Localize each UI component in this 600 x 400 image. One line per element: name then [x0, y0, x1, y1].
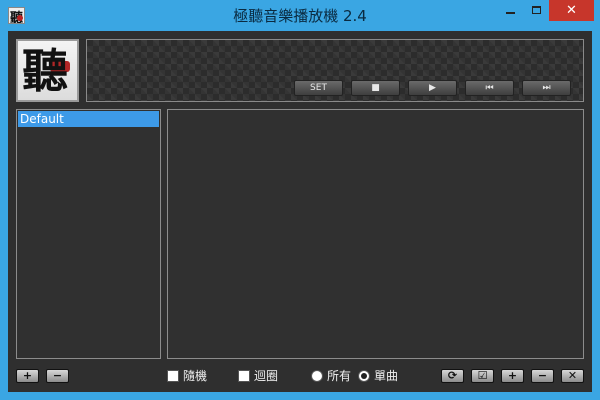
repeat-all-option[interactable]: 所有 — [311, 368, 357, 384]
track-list[interactable] — [167, 109, 584, 359]
maximize-button[interactable] — [523, 0, 549, 21]
refresh-button[interactable]: ⟳ — [441, 369, 464, 383]
minimize-button[interactable] — [497, 0, 523, 21]
loop-option[interactable]: 迴圈 — [238, 368, 298, 384]
app-logo: 聽 — [16, 39, 79, 102]
loop-checkbox[interactable] — [238, 370, 250, 382]
loop-label: 迴圈 — [254, 369, 279, 383]
control-panel: SET ■ ▶ ⏮ ⏭ — [86, 39, 584, 102]
logo-character: 聽 — [22, 44, 68, 98]
check-all-button[interactable]: ☑ — [471, 369, 494, 383]
random-option[interactable]: 隨機 — [167, 368, 227, 384]
previous-track-button[interactable]: ⏮ — [465, 80, 514, 96]
repeat-single-option[interactable]: 單曲 — [358, 368, 404, 384]
next-track-button[interactable]: ⏭ — [522, 80, 571, 96]
random-label: 隨機 — [183, 369, 208, 383]
remove-track-button[interactable]: − — [531, 369, 554, 383]
add-track-button[interactable]: + — [501, 369, 524, 383]
repeat-single-radio[interactable] — [358, 370, 370, 382]
settings-button[interactable]: SET — [294, 80, 343, 96]
main-window: 聽 極聽音樂播放機 2.4 ✕ 聽 SET ■ ▶ ⏮ ⏭ Default + … — [0, 0, 600, 400]
clear-tracks-button[interactable]: ✕ — [561, 369, 584, 383]
title-bar[interactable]: 聽 極聽音樂播放機 2.4 ✕ — [0, 0, 600, 31]
stop-button[interactable]: ■ — [351, 80, 400, 96]
close-window-button[interactable]: ✕ — [549, 0, 594, 21]
minimize-icon — [506, 12, 515, 14]
repeat-all-label: 所有 — [327, 369, 352, 383]
repeat-all-radio[interactable] — [311, 370, 323, 382]
playlist-list[interactable]: Default — [16, 109, 161, 359]
playlist-item-default[interactable]: Default — [18, 111, 159, 127]
add-playlist-button[interactable]: + — [16, 369, 39, 383]
maximize-icon — [532, 6, 541, 14]
remove-playlist-button[interactable]: − — [46, 369, 69, 383]
client-area: 聽 SET ■ ▶ ⏮ ⏭ Default + − 隨機 迴圈 所有 單曲 ⟳ … — [8, 31, 592, 392]
repeat-single-label: 單曲 — [374, 369, 399, 383]
random-checkbox[interactable] — [167, 370, 179, 382]
play-button[interactable]: ▶ — [408, 80, 457, 96]
